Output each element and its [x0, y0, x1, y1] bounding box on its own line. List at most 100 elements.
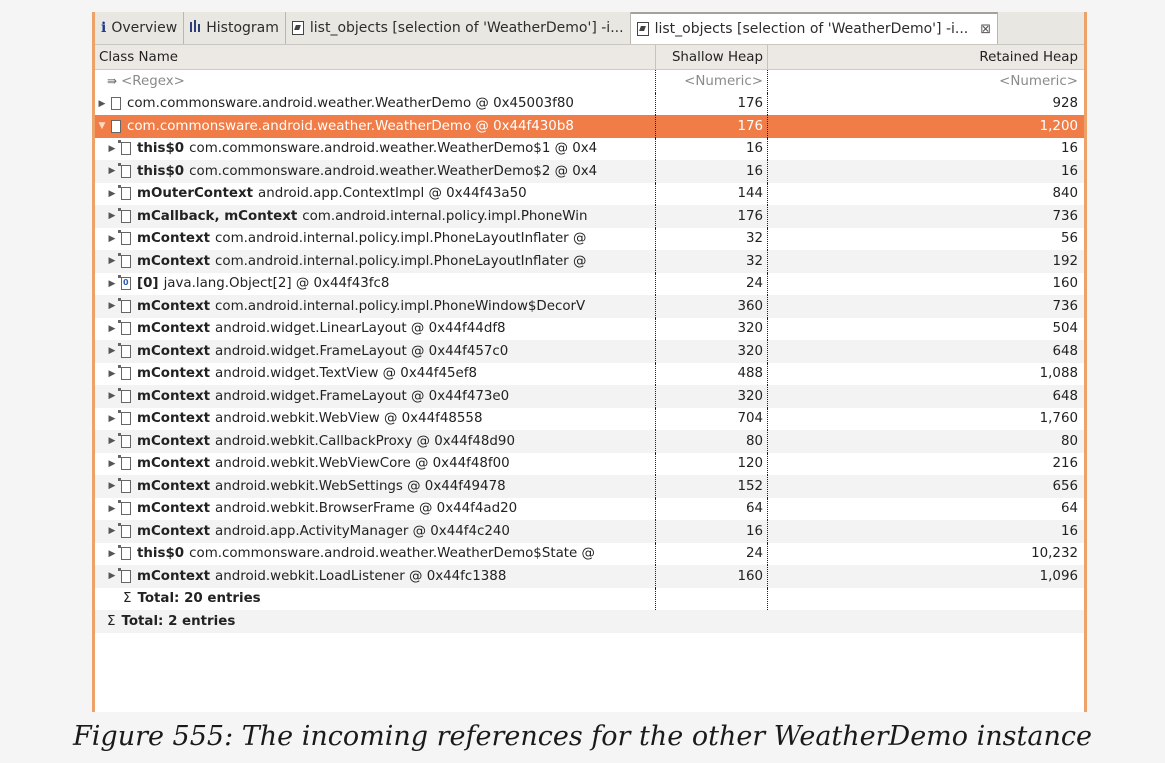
collapsed-arrow-icon[interactable]: ▶ [107, 189, 117, 199]
table-row[interactable]: ▶ mCallback, mContext com.android.internal… [95, 205, 1084, 228]
table-row[interactable]: ▶ mContext android.widget.FrameLayout @ 0x… [95, 385, 1084, 408]
object-icon [118, 432, 131, 448]
class-name: android.widget.TextView @ 0x44f45ef8 [215, 366, 478, 382]
retained-heap-value: 1,200 [767, 115, 1084, 138]
collapsed-arrow-icon[interactable]: ▶ [107, 324, 117, 334]
collapsed-arrow-icon[interactable]: ▶ [107, 459, 117, 469]
collapsed-arrow-icon[interactable]: ▶ [107, 504, 117, 514]
collapsed-arrow-icon[interactable]: ▶ [107, 549, 117, 559]
class-name: com.commonsware.android.weather.WeatherD… [189, 546, 595, 562]
table-row[interactable]: ▶ mContext com.android.internal.policy.imp… [95, 295, 1084, 318]
heap-dump-panel: i Overview Histogram list_objects [selec… [92, 12, 1087, 712]
table-row[interactable]: ▶ mOuterContext android.app.ContextImpl @ … [95, 182, 1084, 205]
field-name: mCallback, mContext [137, 208, 298, 224]
shallow-heap-value: 152 [655, 475, 767, 498]
collapsed-arrow-icon[interactable]: ▶ [107, 414, 117, 424]
total-row-outer: Σ Total: 2 entries [95, 610, 1084, 633]
sigma-icon: Σ [107, 613, 116, 629]
object-icon [118, 410, 131, 426]
collapsed-arrow-icon[interactable]: ▶ [107, 481, 117, 491]
field-name: mContext [137, 231, 211, 247]
collapsed-arrow-icon[interactable]: ▶ [107, 571, 117, 581]
table-row[interactable]: ▶ this$0 com.commonsware.android.weather.W… [95, 542, 1084, 565]
shallow-heap-value: 64 [655, 497, 767, 520]
object-icon [118, 500, 131, 516]
histogram-icon [190, 20, 201, 36]
table-row[interactable]: ▶ mContext android.webkit.LoadListener @ 0… [95, 565, 1084, 588]
table-row[interactable]: ▶ mContext android.webkit.CallbackProxy @ … [95, 430, 1084, 453]
table-row[interactable]: ▶ mContext android.widget.FrameLayout @ 0x… [95, 340, 1084, 363]
table-row[interactable]: ▶ [0]java.lang.Object[2] @ 0x44f43fc8 2416… [95, 272, 1084, 295]
table-row[interactable]: ▶ mContext android.widget.LinearLayout @ 0… [95, 317, 1084, 340]
table-header: Class Name Shallow Heap Retained Heap [95, 45, 1084, 70]
total-label: Total: 2 entries [121, 613, 236, 629]
class-name: android.webkit.BrowserFrame @ 0x44f4ad20 [215, 501, 518, 517]
table-row[interactable]: ▶ mContext com.android.internal.policy.imp… [95, 227, 1084, 250]
editor-tab-bar: i Overview Histogram list_objects [selec… [95, 12, 1084, 45]
tab-label: Histogram [206, 20, 279, 36]
field-name: mContext [137, 501, 211, 517]
table-row[interactable]: ▶ mContext android.webkit.WebSettings @ 0x… [95, 475, 1084, 498]
field-name: this$0 [137, 163, 185, 179]
table-row[interactable]: ▶ com.commonsware.android.weather.Weather… [95, 92, 1084, 115]
collapsed-arrow-icon[interactable]: ▶ [107, 391, 117, 401]
collapsed-arrow-icon[interactable]: ▶ [107, 301, 117, 311]
class-name: android.app.ContextImpl @ 0x44f43a50 [258, 186, 527, 202]
column-header-retained-heap[interactable]: Retained Heap [767, 45, 1084, 69]
collapsed-arrow-icon[interactable]: ▶ [107, 234, 117, 244]
field-name: this$0 [137, 546, 185, 562]
field-name: mContext [137, 456, 211, 472]
tab-overview[interactable]: i Overview [95, 12, 185, 44]
table-row[interactable]: ▶ mContext android.webkit.BrowserFrame @ 0… [95, 497, 1084, 520]
object-icon [118, 545, 131, 561]
collapsed-arrow-icon[interactable]: ▶ [107, 526, 117, 536]
table-row[interactable]: ▶ mContext com.android.internal.policy.imp… [95, 250, 1084, 273]
close-icon[interactable]: ⊠ [980, 22, 991, 37]
collapsed-arrow-icon[interactable]: ▶ [107, 436, 117, 446]
table-row[interactable]: ▶ mContext android.webkit.WebView @ 0x44f4… [95, 407, 1084, 430]
shallow-heap-value: 32 [655, 250, 767, 273]
object-icon [118, 185, 131, 201]
regex-filter-input[interactable]: <Regex> [121, 74, 185, 89]
collapsed-arrow-icon[interactable]: ▶ [107, 279, 117, 289]
total-label: Total: 20 entries [137, 591, 261, 607]
table-row[interactable]: ▶ mContext android.webkit.WebViewCore @ 0x… [95, 452, 1084, 475]
field-name: mContext [137, 411, 211, 427]
shallow-filter-input[interactable]: <Numeric> [684, 74, 763, 89]
table-row[interactable]: ▼ com.commonsware.android.weather.Weather… [95, 115, 1084, 138]
shallow-heap-value: 80 [655, 430, 767, 453]
tab-histogram[interactable]: Histogram [184, 12, 286, 44]
retained-filter-input[interactable]: <Numeric> [999, 74, 1078, 89]
field-name: [0] [137, 276, 159, 292]
collapsed-arrow-icon[interactable]: ▶ [107, 369, 117, 379]
tab-label: list_objects [selection of 'WeatherDemo'… [309, 20, 624, 36]
collapsed-arrow-icon[interactable]: ▶ [97, 99, 107, 109]
collapsed-arrow-icon[interactable]: ▶ [107, 211, 117, 221]
tab-list-objects-1[interactable]: list_objects [selection of 'WeatherDemo'… [286, 12, 631, 44]
table-row[interactable]: ▶ mContext android.widget.TextView @ 0x44f… [95, 362, 1084, 385]
object-icon [118, 522, 131, 538]
sigma-icon: Σ [123, 591, 132, 607]
retained-heap-value: 64 [767, 497, 1084, 520]
collapsed-arrow-icon[interactable]: ▶ [107, 144, 117, 154]
info-icon: i [101, 20, 107, 36]
tab-list-objects-2[interactable]: list_objects [selection of 'WeatherDemo'… [630, 12, 999, 44]
collapsed-arrow-icon[interactable]: ▶ [107, 256, 117, 266]
class-name: com.commonsware.android.weather.WeatherD… [127, 96, 574, 112]
figure-caption: Figure 555: The incoming references for … [73, 721, 1092, 752]
expanded-arrow-icon[interactable]: ▼ [97, 121, 107, 131]
column-header-class-name[interactable]: Class Name [95, 45, 655, 69]
object-icon [118, 140, 131, 156]
table-row[interactable]: ▶ this$0 com.commonsware.android.weather.W… [95, 137, 1084, 160]
retained-heap-value: 16 [767, 137, 1084, 160]
class-name: android.webkit.WebViewCore @ 0x44f48f00 [215, 456, 510, 472]
retained-heap-value: 648 [767, 385, 1084, 408]
collapsed-arrow-icon[interactable]: ▶ [107, 166, 117, 176]
column-header-shallow-heap[interactable]: Shallow Heap [655, 45, 767, 69]
table-row[interactable]: ▶ mContext android.app.ActivityManager @ 0… [95, 520, 1084, 543]
collapsed-arrow-icon[interactable]: ▶ [107, 346, 117, 356]
retained-heap-value: 1,096 [767, 565, 1084, 588]
retained-heap-value: 192 [767, 250, 1084, 273]
field-name: mContext [137, 568, 211, 584]
table-row[interactable]: ▶ this$0 com.commonsware.android.weather.W… [95, 160, 1084, 183]
